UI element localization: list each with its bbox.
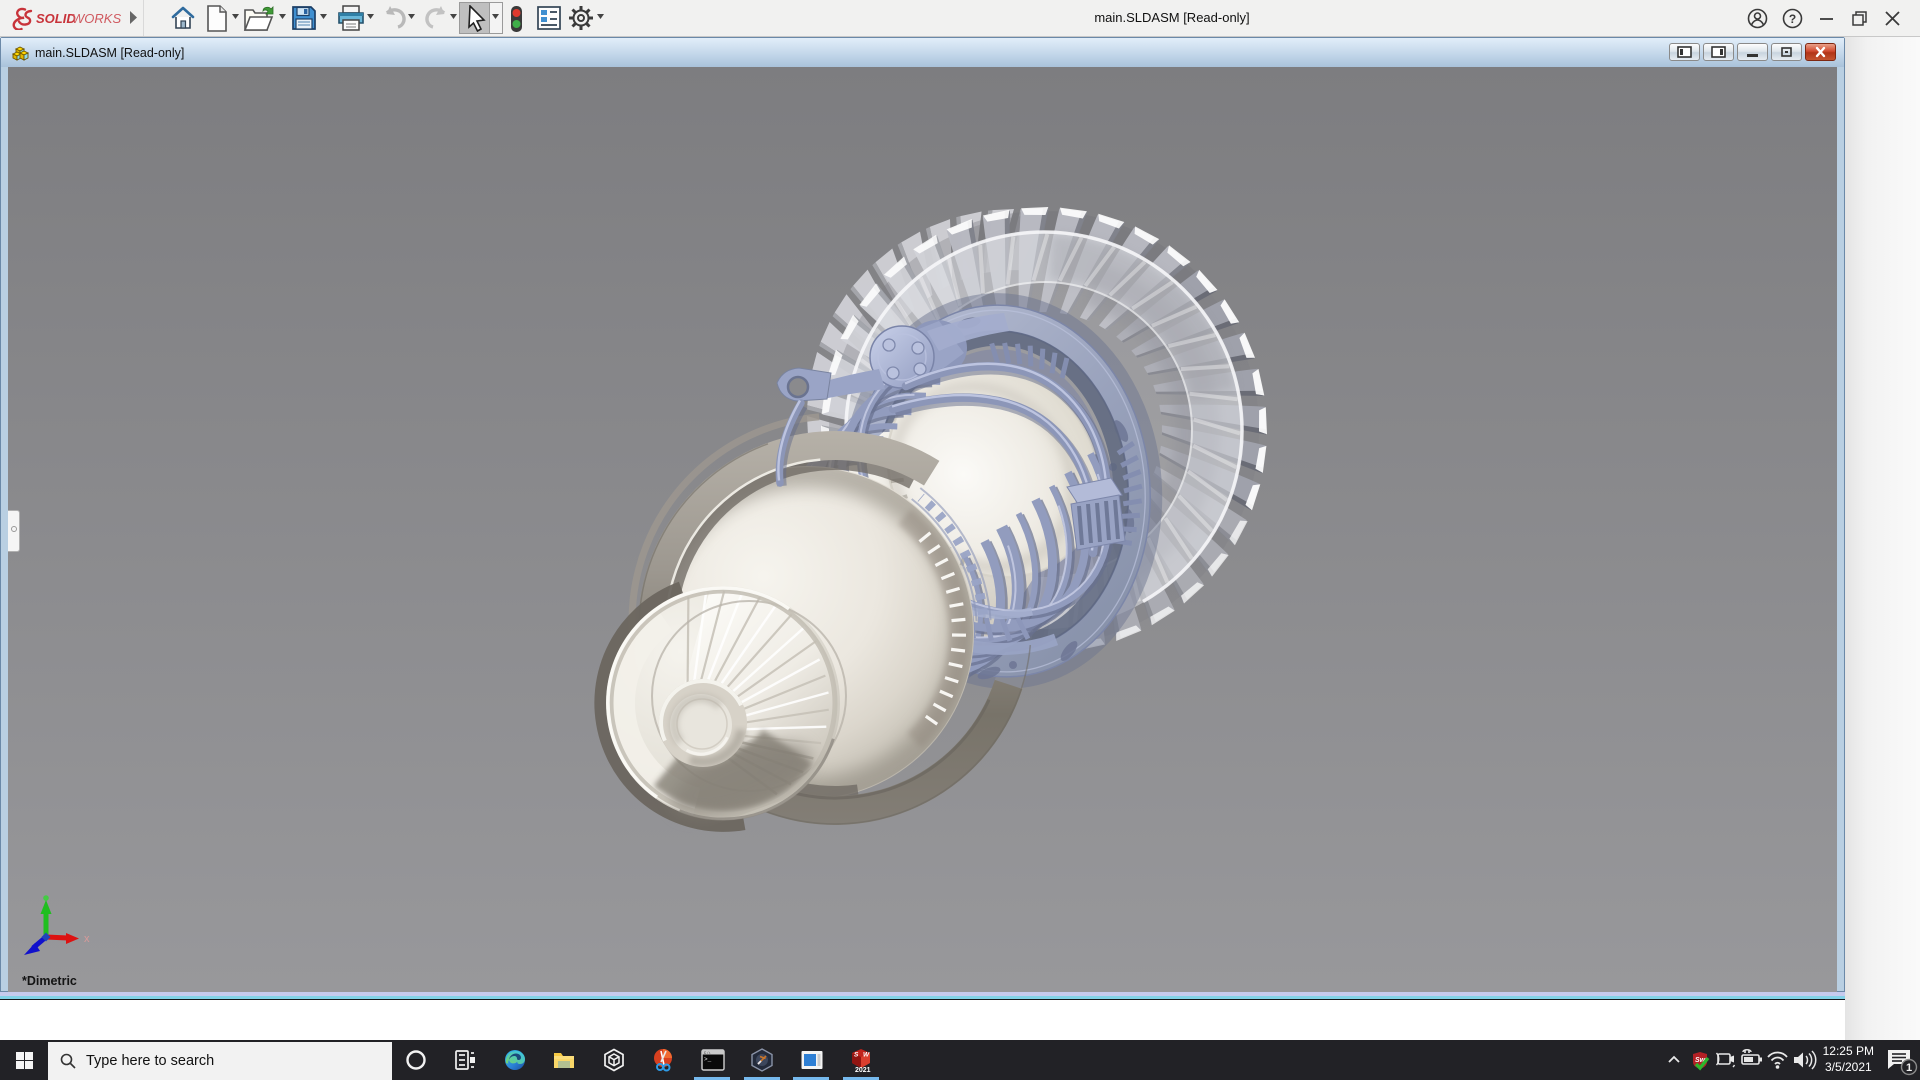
svg-text:x: x	[84, 933, 90, 945]
svg-text:1: 1	[1906, 1062, 1912, 1074]
svg-text:SOLID: SOLID	[36, 11, 76, 26]
svg-text:2021: 2021	[855, 1067, 871, 1073]
svg-text:W: W	[863, 1052, 870, 1059]
svg-text:?: ?	[1789, 12, 1796, 26]
svg-text:S: S	[854, 1052, 859, 1059]
svg-text:>_: >_	[704, 1056, 712, 1063]
svg-text:WORKS: WORKS	[72, 11, 121, 26]
